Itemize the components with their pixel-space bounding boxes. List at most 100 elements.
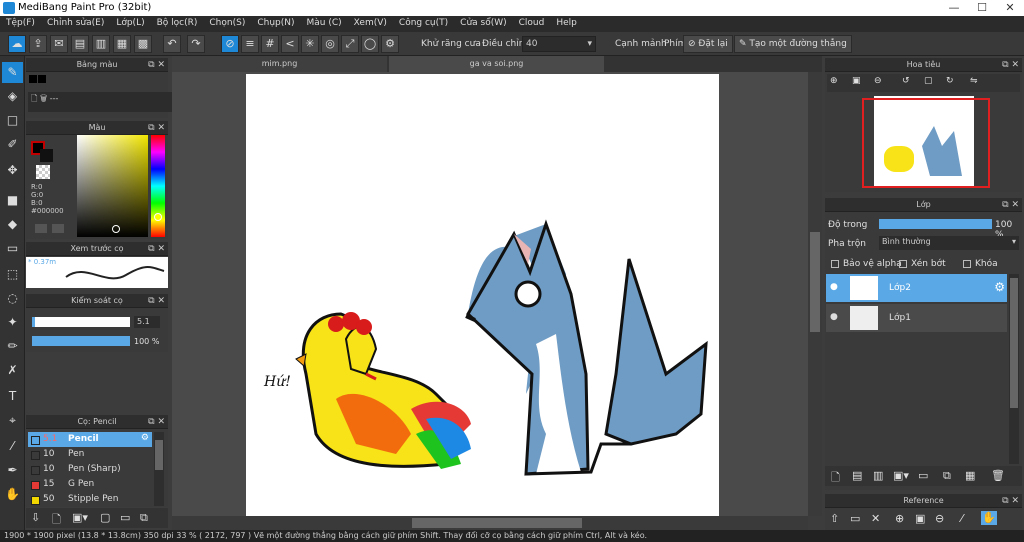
close-icon[interactable]: ⧉ ✕ (1002, 58, 1019, 72)
upload-icon[interactable]: ⇧ (830, 512, 839, 525)
menu-tools[interactable]: Công cụ(T) (393, 16, 454, 32)
magic-wand-tool-icon[interactable]: ✦ (2, 312, 23, 333)
material-icon[interactable]: ▤ (71, 35, 89, 53)
menu-window[interactable]: Cửa sổ(W) (454, 16, 512, 32)
fit-icon[interactable]: ▣ (915, 512, 925, 525)
layer-scrollbar[interactable] (1009, 274, 1019, 464)
close-icon[interactable]: ⧉ ✕ (148, 58, 165, 72)
open-icon[interactable]: ▭ (850, 512, 860, 525)
fill-tool-icon[interactable]: ◆ (2, 214, 23, 235)
layer-row-lop1[interactable]: ● Lớp1 (826, 304, 1007, 332)
brush-item-stipple-pen[interactable]: 50 Stipple Pen (28, 492, 152, 507)
menu-cloud[interactable]: Cloud (513, 16, 551, 32)
cross-snap-icon[interactable]: # (261, 35, 279, 53)
no-snap-icon[interactable]: ⊘ (221, 35, 239, 53)
merge-layer-icon[interactable]: ▦ (965, 469, 975, 482)
dot-tool-icon[interactable]: □ (2, 110, 23, 131)
menu-layer[interactable]: Lớp(L) (110, 16, 150, 32)
brush-opacity-slider[interactable] (32, 336, 130, 346)
brush-item-pencil[interactable]: 5.1 Pencil ⚙ (28, 432, 152, 447)
color-eyedrop-icon[interactable] (52, 224, 64, 233)
hue-slider[interactable] (151, 135, 165, 237)
cloud-icon[interactable]: ☁ (8, 35, 26, 53)
object-tool-icon[interactable]: ✐ (2, 134, 23, 155)
brush-list-scrollbar[interactable] (154, 432, 164, 506)
cloud-download-icon[interactable]: ⇩ (31, 511, 40, 524)
menu-edit[interactable]: Chỉnh sửa(E) (41, 16, 110, 32)
brush-item-g-pen[interactable]: 15 G Pen (28, 477, 152, 492)
redo-icon[interactable]: ↷ (187, 35, 205, 53)
eraser-tool-icon[interactable]: ◈ (2, 86, 23, 107)
maximize-button[interactable]: ☐ (968, 0, 996, 16)
canvas-vertical-scrollbar[interactable] (808, 72, 822, 516)
zoom-in-icon[interactable]: ⊕ (830, 76, 838, 86)
rectangle-tool-icon[interactable]: ■ (2, 190, 23, 211)
flip-icon[interactable]: ⇋ (970, 76, 978, 86)
saturation-value-picker[interactable] (77, 135, 148, 237)
canvas-horizontal-scrollbar[interactable] (172, 516, 808, 530)
close-icon[interactable]: ⧉ ✕ (148, 294, 165, 308)
folder-icon[interactable]: ▭ (918, 469, 928, 482)
close-reference-icon[interactable]: ✕ (871, 512, 880, 525)
text-tool-icon[interactable]: T (2, 386, 23, 407)
secondary-color-swatch[interactable] (40, 149, 53, 162)
delete-layer-icon[interactable]: 🗑 (991, 469, 1005, 482)
brush-size-slider[interactable] (32, 317, 130, 327)
menu-color[interactable]: Màu (C) (301, 16, 348, 32)
zoom-in-icon[interactable]: ⊕ (895, 512, 904, 525)
undo-icon[interactable]: ↶ (163, 35, 181, 53)
new-8bit-layer-icon[interactable]: ▥ (873, 469, 883, 482)
layer-row-lop2[interactable]: ● Lớp2 ⚙ (826, 274, 1007, 302)
navigator-viewport[interactable] (862, 98, 990, 188)
zoom-out-icon[interactable]: ⊖ (935, 512, 944, 525)
circle-snap-icon[interactable]: ◎ (321, 35, 339, 53)
close-button[interactable]: ✕ (996, 0, 1024, 16)
layer-opacity-slider[interactable] (879, 219, 992, 229)
eyedropper-tool-icon[interactable]: ⁄ (2, 436, 23, 457)
curve-snap-icon[interactable]: ⤢ (341, 35, 359, 53)
menu-snap[interactable]: Chụp(N) (251, 16, 300, 32)
menu-view[interactable]: Xem(V) (348, 16, 393, 32)
parallel-snap-icon[interactable]: ≡ (241, 35, 259, 53)
snap-settings-icon[interactable]: ⚙ (381, 35, 399, 53)
blend-mode-select[interactable]: Bình thường ▾ (879, 236, 1019, 250)
brush-tool-icon[interactable]: ✎ (2, 62, 23, 83)
minimize-button[interactable]: — (940, 0, 968, 16)
add-layer-menu-icon[interactable]: ▣▾ (893, 469, 909, 482)
close-icon[interactable]: ⧉ ✕ (148, 242, 165, 256)
drawing-canvas[interactable]: Hứ! (246, 74, 719, 516)
gradient-tool-icon[interactable]: ▭ (2, 238, 23, 259)
copy-brush-icon[interactable]: ▢ (100, 511, 110, 524)
hand-tool-icon[interactable]: ✋ (2, 484, 23, 505)
menu-select[interactable]: Chọn(S) (203, 16, 251, 32)
close-icon[interactable]: ⧉ ✕ (148, 415, 165, 429)
eyedropper-icon[interactable]: ⁄ (961, 512, 963, 525)
reset-button[interactable]: ⊘ Đặt lại (683, 35, 733, 53)
comment-icon[interactable]: ✉ (50, 35, 68, 53)
menu-file[interactable]: Tệp(F) (0, 16, 41, 32)
tab-ga-va-soi[interactable]: ga va soi.png (389, 56, 604, 72)
lasso-tool-icon[interactable]: ◌ (2, 288, 23, 309)
tab-mim[interactable]: mim.png (172, 56, 387, 72)
rotate-left-icon[interactable]: ↺ (902, 76, 910, 86)
brush-size-value[interactable]: 5.1 (134, 316, 160, 328)
transparent-swatch[interactable] (36, 165, 50, 179)
divide-tool-icon[interactable]: ⌖ (2, 410, 23, 431)
select-eraser-tool-icon[interactable]: ✗ (2, 360, 23, 381)
visibility-icon[interactable]: ● (830, 312, 838, 322)
gear-icon[interactable]: ⚙ (141, 433, 149, 443)
folder-icon[interactable]: ▭ (120, 511, 130, 524)
new-brush-icon[interactable]: 🗋 (52, 511, 61, 530)
pen-tool-icon[interactable]: ✒ (2, 460, 23, 481)
hand-icon[interactable]: ✋ (981, 511, 997, 525)
brush-item-pen[interactable]: 10 Pen (28, 447, 152, 462)
straight-line-button[interactable]: ✎ Tạo một đường thẳng (734, 35, 852, 53)
canvas-area[interactable]: Hứ! (172, 72, 808, 516)
close-icon[interactable]: ⧉ ✕ (148, 121, 165, 135)
close-icon[interactable]: ⧉ ✕ (1002, 494, 1019, 508)
menu-filter[interactable]: Bộ lọc(R) (151, 16, 204, 32)
new-layer-icon[interactable]: 🗋 (831, 469, 840, 488)
reset-view-icon[interactable]: ▢ (924, 76, 933, 86)
protect-alpha-checkbox[interactable] (831, 260, 839, 268)
lock-checkbox[interactable] (963, 260, 971, 268)
